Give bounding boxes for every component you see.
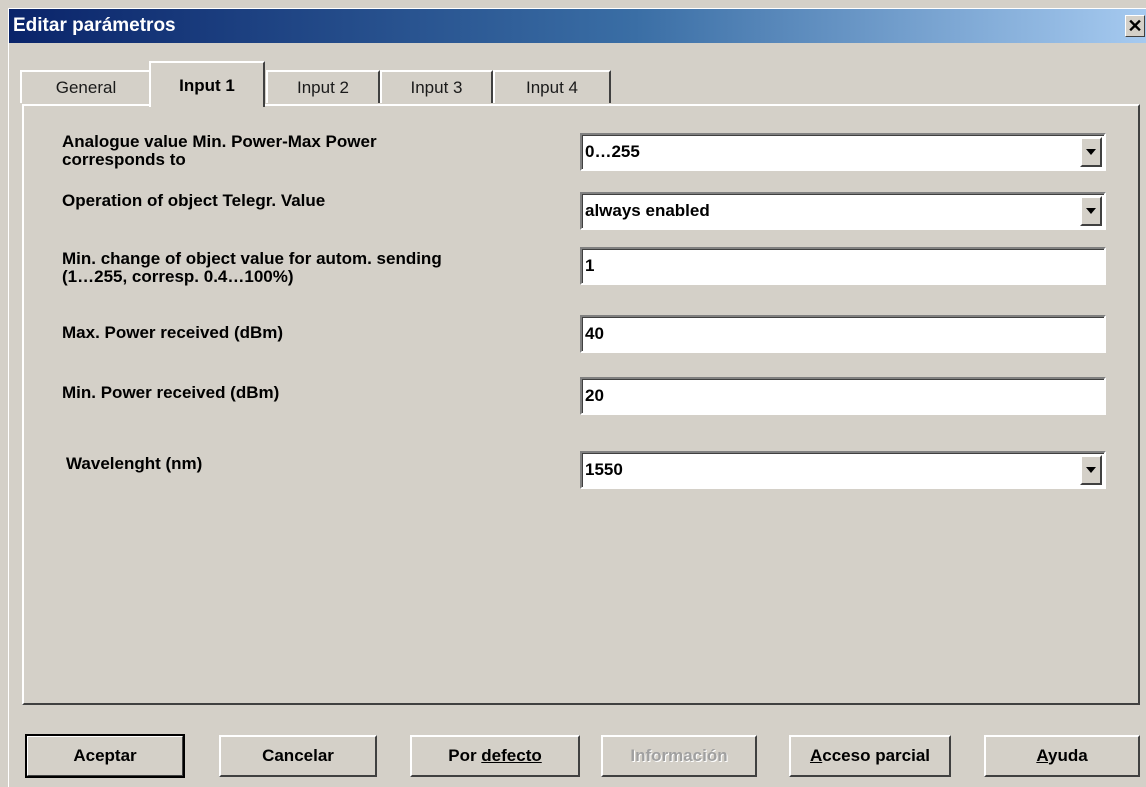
wavelength-select[interactable]: 1550 [580,451,1106,489]
wavelength-label: Wavelenght (nm) [66,454,203,473]
close-button[interactable]: ✕ [1125,15,1145,37]
telegr-operation-value: always enabled [585,201,710,220]
min-power-label: Min. Power received (dBm) [62,383,280,402]
help-button[interactable]: Ayuda [984,735,1140,777]
analogue-range-select[interactable]: 0…255 [580,133,1106,171]
tab-input-2[interactable]: Input 2 [266,70,380,103]
tab-input-4[interactable]: Input 4 [493,70,611,103]
max-power-input[interactable]: 40 [580,315,1106,353]
max-power-value: 40 [585,324,604,343]
tab-general[interactable]: General [20,70,152,103]
min-power-value: 20 [585,386,604,405]
chevron-down-icon[interactable] [1080,455,1102,485]
help-mnemonic: A [1036,746,1048,765]
min-change-input[interactable]: 1 [580,247,1106,285]
min-change-value: 1 [585,256,595,275]
info-button: Información [601,735,757,777]
partial-access-label-rest: cceso parcial [822,746,931,765]
telegr-operation-label: Operation of object Telegr. Value [62,191,326,210]
partial-access-mnemonic: A [809,746,823,765]
defaults-button[interactable]: Por defecto [410,735,580,777]
defaults-label-underlined: defecto [481,746,542,765]
help-label-rest: yuda [1047,746,1088,765]
chevron-down-icon[interactable] [1080,196,1102,226]
analogue-range-label: Analogue value Min. Power-Max Power corr… [62,132,377,169]
telegr-operation-select[interactable]: always enabled [580,192,1106,230]
wavelength-value: 1550 [585,460,623,479]
defaults-label-prefix: Por [448,746,482,765]
chevron-down-icon[interactable] [1080,137,1102,167]
partial-access-button[interactable]: Acceso parcial [789,735,951,777]
window-title: Editar parámetros [13,15,176,36]
max-power-label: Max. Power received (dBm) [62,323,284,342]
accept-button[interactable]: Aceptar [25,734,185,778]
min-change-label: Min. change of object value for autom. s… [62,249,442,286]
analogue-range-value: 0…255 [585,142,640,161]
close-icon: ✕ [1127,16,1143,36]
min-power-input[interactable]: 20 [580,377,1106,415]
tab-input-3[interactable]: Input 3 [380,70,493,103]
cancel-button[interactable]: Cancelar [219,735,377,777]
tab-input-1[interactable]: Input 1 [149,61,265,107]
title-bar[interactable]: Editar parámetros ✕ [9,9,1146,43]
